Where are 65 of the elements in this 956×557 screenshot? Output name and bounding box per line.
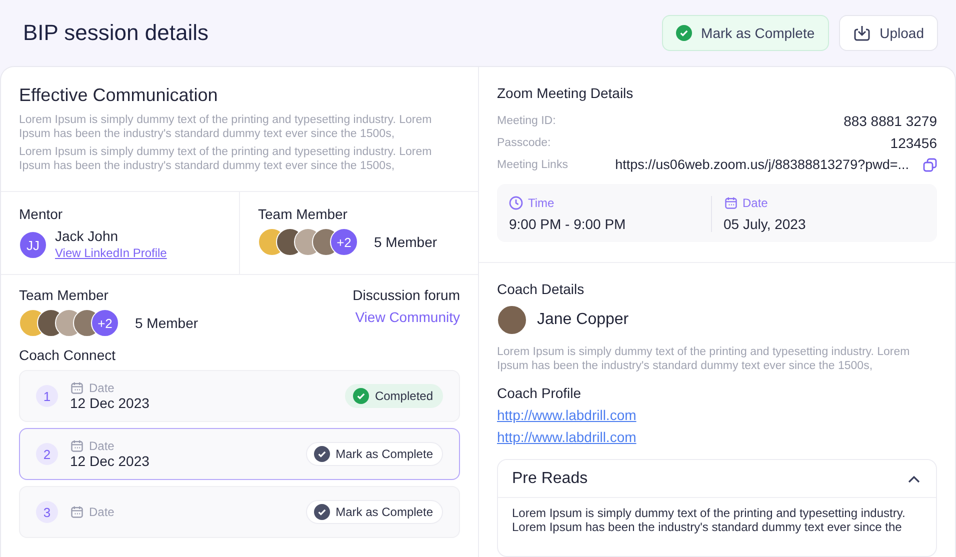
profile-link[interactable]: http://www.labdrill.com (497, 429, 636, 445)
field-value: 883 8881 3279 (844, 113, 937, 129)
session-number: 1 (36, 385, 58, 407)
description: Lorem Ipsum is simply dummy text of the printing and typesetting industry. Lorem Ipsum has been the industry's standard dummy text ever since the 1500s, (19, 145, 433, 173)
meeting-link[interactable]: https://us06web.zoom.us/j/88388813279?pwd=... (615, 157, 909, 172)
coach-bio: Lorem Ipsum is simply dummy text of the printing and typesetting industry. Lorem Ipsum has been the industry's standard dummy text ever since the 1500s, (497, 345, 911, 373)
session-card[interactable]: 2 Date 12 Dec 2023 Mark as Complete (19, 428, 460, 480)
calendar-icon (70, 505, 84, 519)
clock-icon (509, 196, 523, 210)
session-number: 3 (36, 501, 58, 523)
forum-label: Discussion forum (352, 287, 460, 303)
field-value: 123456 (890, 135, 937, 151)
field-label: Meeting ID: (497, 115, 556, 127)
check-circle-icon (314, 446, 330, 462)
calendar-icon (70, 439, 84, 453)
meeting-time: 9:00 PM - 9:00 PM (509, 216, 627, 232)
upload-button[interactable]: Upload (838, 15, 938, 51)
copy-icon[interactable] (923, 158, 937, 172)
mentor-avatar: JJ (19, 231, 47, 259)
member-count: 5 Member (374, 234, 438, 250)
time-label: Time (528, 196, 554, 210)
check-circle-icon (676, 25, 692, 41)
description: Lorem Ipsum is simply dummy text of the printing and typesetting industry. Lorem Ipsum has been the industry's standard dummy text ever since the 1500s, (19, 113, 433, 141)
session-date: 12 Dec 2023 (70, 395, 150, 411)
date-label: Date (89, 381, 114, 395)
page-title: BIP session details (23, 20, 210, 46)
session-card[interactable]: 3 Date Mark as Complete (19, 486, 460, 538)
team-label: Team Member (19, 287, 110, 303)
session-card[interactable]: 1 Date 12 Dec 2023 Completed (19, 370, 460, 422)
coach-connect-title: Coach Connect (19, 347, 117, 363)
session-number: 2 (36, 443, 58, 465)
mentor-name: Jack John (55, 228, 120, 244)
completed-badge: Completed (344, 384, 443, 408)
date-label: Date (89, 439, 114, 453)
meeting-date: 05 July, 2023 (724, 216, 807, 232)
check-circle-icon (314, 504, 330, 520)
chevron-icon (908, 474, 920, 482)
mark-complete-button[interactable]: Mark as Complete (306, 442, 443, 466)
coach-name: Jane Copper (537, 311, 629, 329)
member-count: 5 Member (135, 315, 198, 331)
team-label: Team Member (258, 206, 348, 222)
pre-reads-header[interactable]: Pre Reads (498, 460, 936, 498)
zoom-title: Zoom Meeting Details (497, 85, 634, 101)
field-label: Meeting Links (497, 158, 568, 170)
mentor-label: Mentor (19, 206, 64, 222)
coach-profile-title: Coach Profile (497, 385, 582, 401)
field-label: Passcode: (497, 137, 551, 149)
check-circle-icon (352, 388, 369, 404)
session-date: 12 Dec 2023 (70, 453, 150, 469)
session-title: Effective Communication (19, 85, 219, 106)
linkedin-link[interactable]: View LinkedIn Profile (55, 246, 167, 260)
more-members-badge: +2 (91, 309, 119, 337)
profile-link[interactable]: http://www.labdrill.com (497, 407, 636, 423)
download-icon (852, 24, 871, 42)
date-label: Date (742, 196, 768, 210)
avatar (497, 305, 527, 335)
mark-complete-button[interactable]: Mark as Complete (306, 500, 443, 524)
pre-reads-text: Lorem Ipsum is simply dummy text of the printing and typesetting industry. Lorem Ipsum has been the industry's standard dummy text ever since the (511, 505, 906, 536)
calendar-icon (70, 381, 84, 395)
community-link[interactable]: View Community (355, 309, 460, 325)
coach-title: Coach Details (497, 281, 586, 297)
calendar-icon (724, 196, 738, 210)
mark-complete-button[interactable]: Mark as Complete (662, 15, 829, 51)
date-label: Date (89, 505, 114, 519)
more-members-badge: +2 (330, 228, 358, 256)
